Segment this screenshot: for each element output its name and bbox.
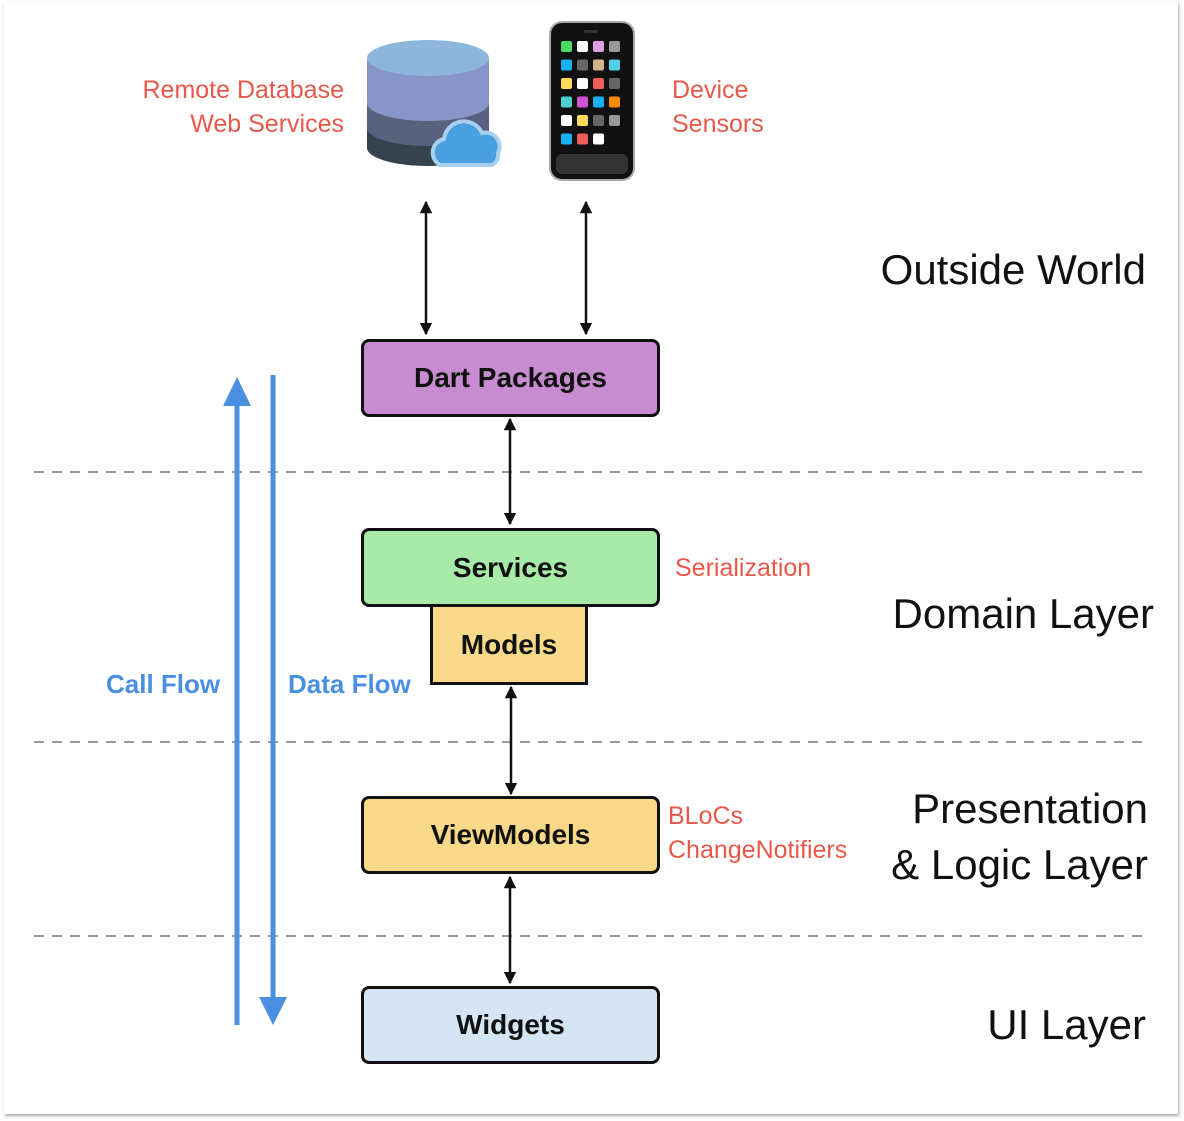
sensors-text: Sensors (672, 110, 764, 138)
change-notifiers-text: ChangeNotifiers (668, 836, 848, 864)
device-sources-label: Device Sensors (672, 73, 764, 141)
app-tile (561, 115, 572, 126)
viewmodels-label: ViewModels (430, 819, 591, 850)
app-tile (561, 59, 572, 71)
viewmodel-annotations: BLoCs ChangeNotifiers (668, 799, 847, 867)
app-tile (577, 96, 588, 108)
app-tile (593, 115, 604, 126)
layer-domain: Domain Layer (892, 590, 1154, 637)
remote-database-text: Remote Database (142, 76, 344, 104)
database-cloud-icon (367, 40, 502, 167)
serialization-annotation: Serialization (675, 554, 812, 582)
app-tile (561, 96, 572, 108)
data-flow-label: Data Flow (288, 669, 411, 699)
app-tile (609, 78, 620, 89)
models-label: Models (460, 628, 558, 660)
app-tile (577, 59, 588, 71)
app-tile (609, 96, 620, 108)
layer-presentation-line1: Presentation (912, 785, 1148, 832)
layer-presentation: Presentation & Logic Layer (891, 780, 1148, 894)
app-tile (561, 41, 572, 52)
app-tile (609, 41, 620, 52)
app-tile (577, 41, 588, 52)
app-tile (593, 41, 604, 52)
widgets-label: Widgets (456, 1009, 565, 1040)
smartphone-icon (549, 21, 635, 181)
app-tile (593, 96, 604, 108)
app-tile (593, 78, 604, 89)
app-tile (609, 115, 620, 126)
services-label: Services (452, 551, 569, 583)
layer-ui: UI Layer (987, 1001, 1146, 1048)
models-box[interactable]: Models (430, 604, 588, 685)
web-services-text: Web Services (190, 110, 344, 138)
widgets-box[interactable]: Widgets (361, 986, 660, 1064)
app-tile (577, 78, 588, 89)
app-tile (593, 59, 604, 71)
layer-outside-world: Outside World (880, 246, 1146, 293)
call-flow-arrow (223, 377, 251, 1025)
device-text: Device (672, 76, 749, 104)
app-tile (561, 133, 572, 145)
app-tile (577, 115, 588, 126)
app-tile (577, 133, 588, 145)
remote-sources-label: Remote Database Web Services (110, 73, 344, 141)
call-flow-label: Call Flow (106, 669, 221, 699)
blocs-text: BLoCs (668, 802, 744, 830)
app-tile (561, 78, 572, 89)
app-tile (609, 59, 620, 71)
viewmodels-box[interactable]: ViewModels (361, 796, 660, 874)
services-box[interactable]: Services (361, 528, 660, 607)
layer-presentation-line2: & Logic Layer (891, 841, 1148, 888)
dart-packages-label: Dart Packages (413, 362, 607, 393)
data-flow-arrow (259, 375, 287, 1025)
app-tile (593, 133, 604, 145)
dart-packages-box[interactable]: Dart Packages (361, 339, 660, 417)
